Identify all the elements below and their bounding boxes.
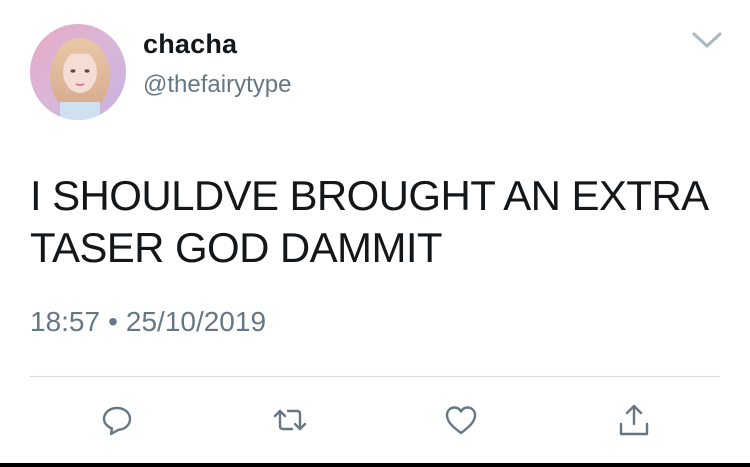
- retweet-button[interactable]: [272, 402, 308, 438]
- like-button[interactable]: [443, 402, 479, 438]
- chevron-down-icon[interactable]: [690, 28, 724, 52]
- reply-icon: [102, 406, 132, 436]
- display-name[interactable]: chacha: [143, 29, 237, 60]
- profile-photo: [30, 24, 126, 120]
- separator-dot: •: [108, 306, 118, 337]
- tweet-date: 25/10/2019: [125, 306, 267, 337]
- heart-icon: [445, 406, 477, 435]
- tweet-timestamp[interactable]: 18:57 • 25/10/2019: [30, 306, 266, 338]
- reply-button[interactable]: [99, 402, 135, 438]
- share-button[interactable]: [616, 402, 652, 438]
- retweet-icon: [273, 409, 307, 431]
- share-icon: [619, 404, 649, 436]
- tweet-text-line: TASER GOD DAMMIT: [30, 224, 443, 271]
- bottom-edge: [0, 463, 750, 467]
- divider: [30, 376, 720, 377]
- tweet-text-line: I SHOULDVE BROUGHT AN EXTRA: [30, 172, 709, 219]
- tweet-time: 18:57: [30, 306, 101, 337]
- avatar[interactable]: [30, 24, 126, 120]
- tweet-text: I SHOULDVE BROUGHT AN EXTRA TASER GOD DA…: [30, 170, 730, 274]
- user-handle[interactable]: @thefairytype: [143, 71, 291, 99]
